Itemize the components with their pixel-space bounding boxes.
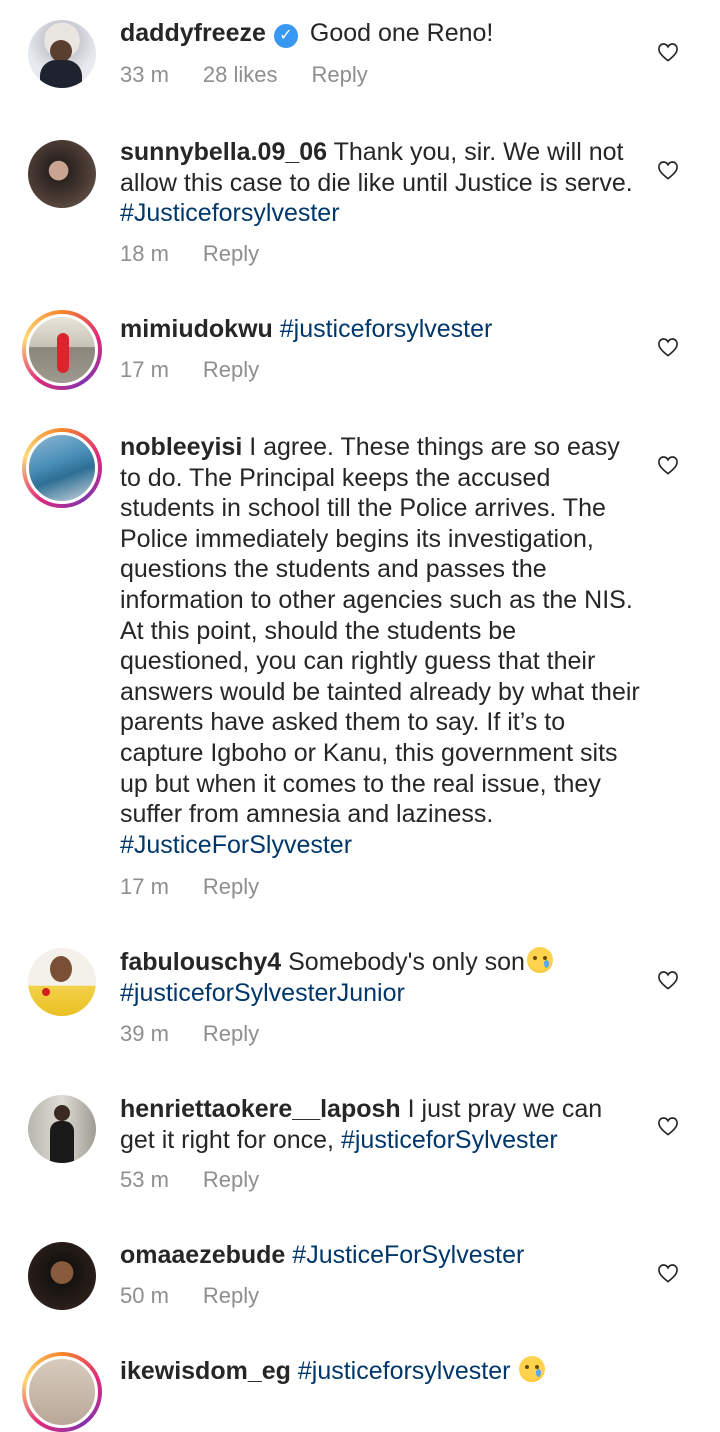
- hashtag-link[interactable]: #JusticeForSlyvester: [120, 831, 352, 859]
- reply-button[interactable]: Reply: [203, 1021, 259, 1046]
- reply-button[interactable]: Reply: [203, 874, 259, 899]
- hashtag-link[interactable]: #justiceforSylvesterJunior: [120, 979, 405, 1007]
- comment-time: 39 m: [120, 1021, 169, 1046]
- heart-outline-icon[interactable]: [657, 42, 679, 62]
- crying-face-icon: [526, 947, 553, 973]
- heart-outline-icon[interactable]: [657, 160, 679, 180]
- avatar[interactable]: [28, 948, 96, 1016]
- comment-username[interactable]: henriettaokere__laposh: [120, 1095, 401, 1123]
- avatar[interactable]: [28, 20, 96, 88]
- hashtag-link[interactable]: #Justiceforsylvester: [120, 199, 340, 227]
- reply-button[interactable]: Reply: [203, 357, 259, 382]
- hashtag-link[interactable]: #justiceforsylvester: [280, 315, 493, 343]
- crying-face-icon: [519, 1356, 546, 1382]
- avatar[interactable]: [28, 140, 96, 208]
- comment-time: 53 m: [120, 1167, 169, 1192]
- heart-outline-icon[interactable]: [657, 1263, 679, 1283]
- comment-username[interactable]: fabulouschy4: [120, 948, 281, 976]
- comment-time: 17 m: [120, 357, 169, 382]
- heart-outline-icon[interactable]: [657, 455, 679, 475]
- hashtag-link[interactable]: #justiceforSylvester: [341, 1126, 558, 1154]
- avatar[interactable]: [22, 428, 102, 508]
- heart-outline-icon[interactable]: [657, 970, 679, 990]
- comment-text: I agree. These things are so easy to do.…: [120, 433, 640, 829]
- avatar[interactable]: [28, 1095, 96, 1163]
- avatar[interactable]: [28, 1242, 96, 1310]
- heart-outline-icon[interactable]: [657, 1116, 679, 1136]
- comment-text: Somebody's only son: [288, 948, 525, 976]
- comment-time: 18 m: [120, 241, 169, 266]
- comment-username[interactable]: ikewisdom_eg: [120, 1357, 291, 1385]
- comment-likes[interactable]: 28 likes: [203, 62, 278, 87]
- verified-badge-icon: ✓: [273, 24, 298, 48]
- avatar[interactable]: [22, 1352, 102, 1432]
- comment-time: 17 m: [120, 874, 169, 899]
- reply-button[interactable]: Reply: [203, 241, 259, 266]
- comment-time: 50 m: [120, 1283, 169, 1308]
- reply-button[interactable]: Reply: [203, 1283, 259, 1308]
- comment-time: 33 m: [120, 62, 169, 87]
- comment-username[interactable]: sunnybella.09_06: [120, 138, 327, 166]
- comment-text: Good one Reno!: [309, 19, 494, 47]
- hashtag-link[interactable]: #justiceforsylvester: [298, 1357, 511, 1385]
- hashtag-link[interactable]: #JusticeForSylvester: [292, 1241, 524, 1269]
- comment-username[interactable]: mimiudokwu: [120, 315, 273, 343]
- reply-button[interactable]: Reply: [312, 62, 368, 87]
- comment-username[interactable]: daddyfreeze: [120, 19, 266, 47]
- avatar[interactable]: [22, 310, 102, 390]
- heart-outline-icon[interactable]: [657, 337, 679, 357]
- comment-username[interactable]: nobleeyisi: [120, 433, 242, 461]
- reply-button[interactable]: Reply: [203, 1167, 259, 1192]
- comment-username[interactable]: omaaezebude: [120, 1241, 285, 1269]
